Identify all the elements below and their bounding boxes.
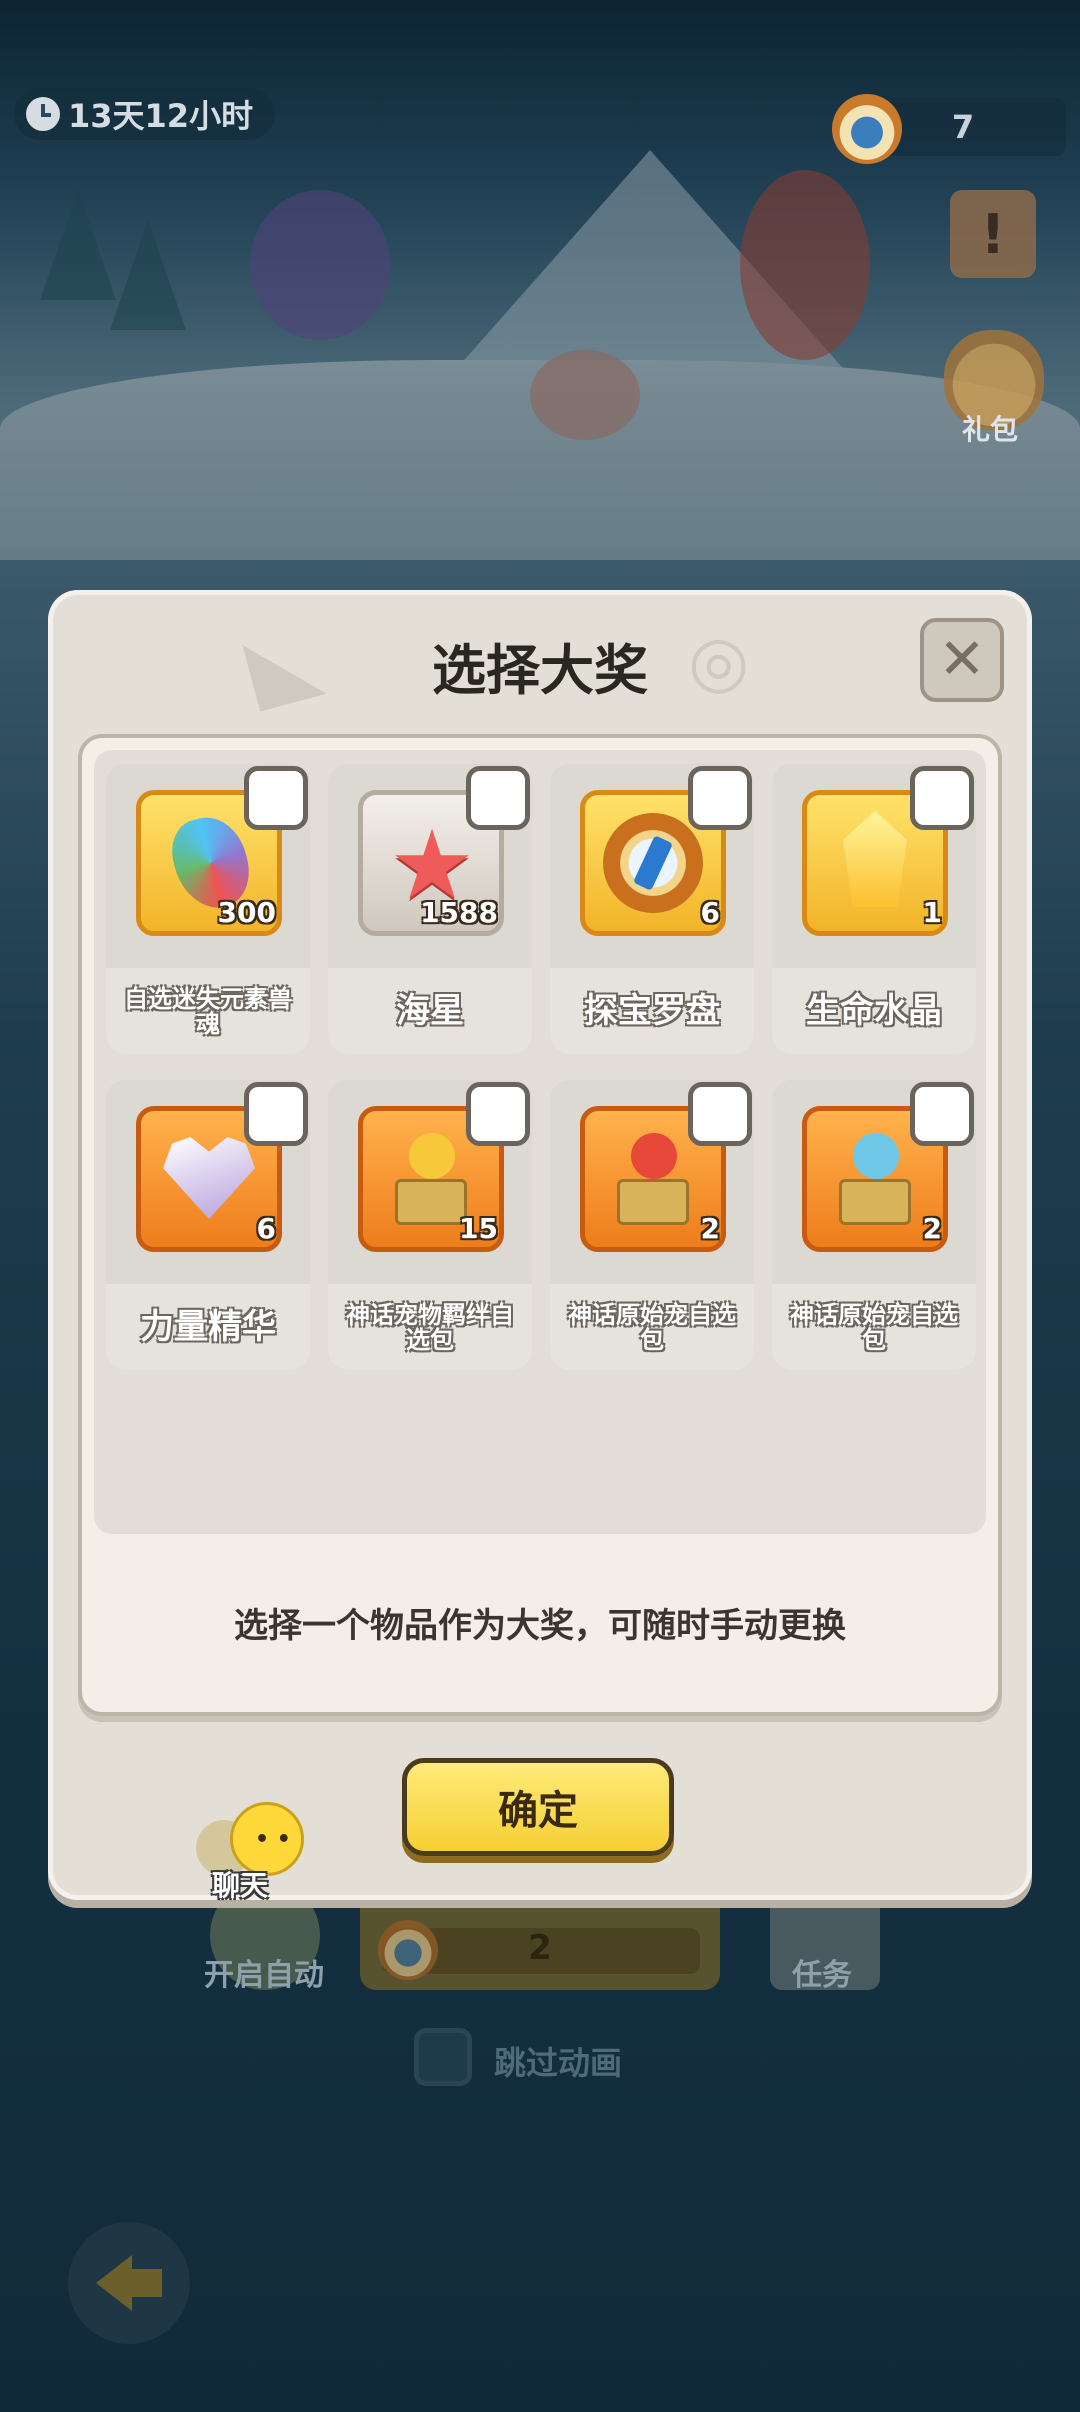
prize-item[interactable]: 300 自选迷失元素兽魂 <box>106 764 310 1054</box>
pet-head <box>631 1133 677 1179</box>
clock-icon <box>26 97 60 131</box>
close-icon: ✕ <box>938 627 986 692</box>
compass-icon <box>832 94 902 164</box>
draw-count: 2 <box>528 1928 552 1968</box>
smile-face: • • <box>255 1827 291 1852</box>
skip-animation-checkbox[interactable] <box>414 2028 472 2086</box>
item-quantity: 2 <box>700 1212 720 1245</box>
close-button[interactable]: ✕ <box>920 618 1004 702</box>
exclamation-icon: ! <box>980 202 1006 266</box>
item-name: 探宝罗盘 <box>584 991 720 1032</box>
pet-pedestal <box>617 1179 689 1225</box>
chat-button[interactable]: • • 聊天 <box>192 1798 312 1902</box>
prize-item[interactable]: 1 生命水晶 <box>772 764 976 1054</box>
pet-head <box>409 1133 455 1179</box>
item-checkbox[interactable] <box>244 1082 308 1146</box>
modal-title: 选择大奖 <box>432 639 648 702</box>
item-quantity: 15 <box>459 1212 498 1245</box>
item-name: 自选迷失元素兽魂 <box>124 984 292 1038</box>
item-checkbox[interactable] <box>244 766 308 830</box>
item-checkbox[interactable] <box>466 766 530 830</box>
item-checkbox[interactable] <box>466 1082 530 1146</box>
item-checkbox[interactable] <box>688 766 752 830</box>
crystal-icon <box>843 811 907 907</box>
item-name: 海星 <box>396 991 464 1032</box>
item-name: 力量精华 <box>140 1307 276 1348</box>
item-quantity: 1588 <box>420 896 498 929</box>
heart-gem-icon <box>163 1137 255 1219</box>
prize-grid: 300 自选迷失元素兽魂 ★ 1588 海星 6 探宝罗盘 1 生命水晶 6 力… <box>94 750 986 1534</box>
item-quantity: 1 <box>922 896 942 929</box>
draw-compass-icon <box>378 1920 438 1980</box>
back-arrow-icon <box>96 2255 162 2311</box>
prize-panel: 300 自选迷失元素兽魂 ★ 1588 海星 6 探宝罗盘 1 生命水晶 6 力… <box>78 734 1002 1716</box>
prize-item[interactable]: 2 神话原始宠自选包 <box>550 1080 754 1370</box>
timer-text: 13天12小时 <box>68 97 254 135</box>
chat-label: 聊天 <box>212 1869 269 1902</box>
item-name: 神话宠物羁绊自选包 <box>346 1300 514 1354</box>
item-checkbox[interactable] <box>688 1082 752 1146</box>
prize-item[interactable]: 2 神话原始宠自选包 <box>772 1080 976 1370</box>
item-name: 神话原始宠自选包 <box>568 1300 736 1354</box>
item-name: 生命水晶 <box>806 991 942 1032</box>
item-quantity: 6 <box>700 896 720 929</box>
pet-head <box>853 1133 899 1179</box>
pet-pedestal <box>839 1179 911 1225</box>
skip-animation-label: 跳过动画 <box>494 2044 623 2082</box>
compass-icon <box>603 813 703 913</box>
prize-hint: 选择一个物品作为大奖，可随时手动更换 <box>234 1606 846 1646</box>
task-label: 任务 <box>792 1958 852 1993</box>
auto-label: 开启自动 <box>204 1958 324 1993</box>
prize-item[interactable]: 6 探宝罗盘 <box>550 764 754 1054</box>
item-checkbox[interactable] <box>910 1082 974 1146</box>
confirm-button[interactable]: 确定 <box>402 1758 674 1856</box>
compass-count: 7 <box>951 108 975 146</box>
prize-item[interactable]: ★ 1588 海星 <box>328 764 532 1054</box>
pet-pack-blue-icon <box>835 1133 915 1229</box>
back-button[interactable] <box>68 2222 190 2344</box>
item-quantity: 300 <box>217 896 276 929</box>
item-checkbox[interactable] <box>910 766 974 830</box>
select-prize-modal: ◣ ◎ 选择大奖 ✕ 300 自选迷失元素兽魂 ★ 1588 海星 6 探宝罗盘… <box>48 590 1032 1900</box>
event-timer: 13天12小时 <box>14 88 276 140</box>
gift-label: 礼包 <box>962 413 1019 446</box>
pet-pedestal <box>395 1179 467 1225</box>
notice-button[interactable]: ! <box>950 190 1036 278</box>
item-quantity: 2 <box>922 1212 942 1245</box>
confirm-label: 确定 <box>498 1788 578 1834</box>
prize-item[interactable]: 15 神话宠物羁绊自选包 <box>328 1080 532 1370</box>
prize-item[interactable]: 6 力量精华 <box>106 1080 310 1370</box>
pet-pack-red-icon <box>613 1133 693 1229</box>
item-name: 神话原始宠自选包 <box>790 1300 958 1354</box>
item-quantity: 6 <box>256 1212 276 1245</box>
